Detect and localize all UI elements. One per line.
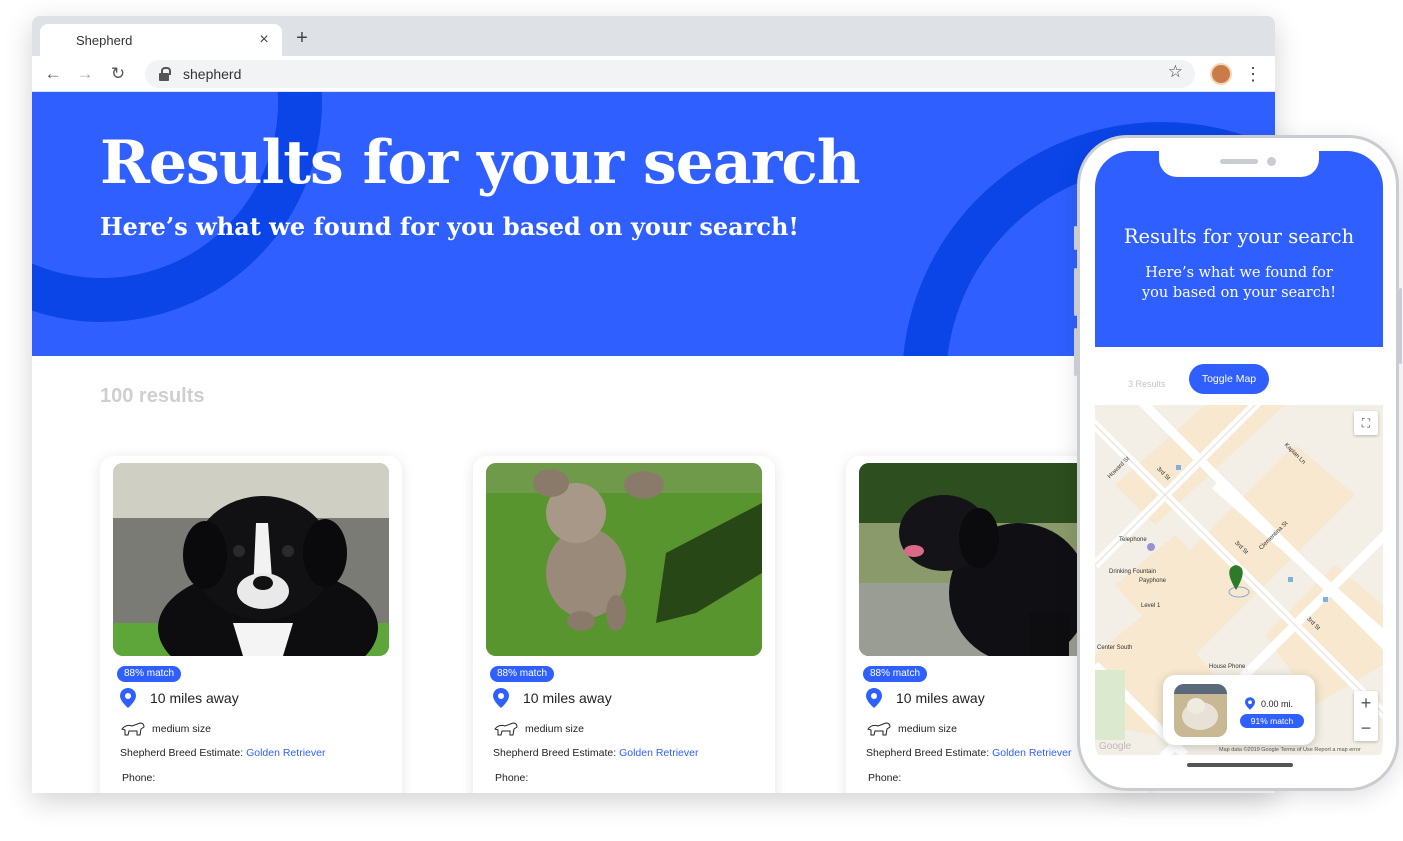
toggle-map-button[interactable]: Toggle Map <box>1189 364 1269 394</box>
location-pin-icon <box>120 688 136 708</box>
bookmark-star-icon[interactable]: ☆ <box>1168 62 1183 82</box>
back-arrow-icon[interactable]: ← <box>42 63 64 85</box>
page-subtitle: Here’s what we found for you based on yo… <box>100 212 799 241</box>
breed-estimate: Shepherd Breed Estimate: Golden Retrieve… <box>120 747 325 759</box>
phone-side-button <box>1074 268 1077 316</box>
map-result-thumbnail <box>1174 684 1227 737</box>
page-title: Results for your search <box>100 128 861 198</box>
size-row: medium size <box>866 720 957 738</box>
distance-row: 10 miles away <box>120 688 239 708</box>
address-bar[interactable]: shepherd ☆ <box>145 60 1195 88</box>
map-match-badge: 91% match <box>1240 714 1304 728</box>
lock-icon <box>159 67 171 81</box>
distance-text: 10 miles away <box>896 690 985 706</box>
breed-link[interactable]: Golden Retriever <box>246 747 325 759</box>
map-label: Payphone <box>1139 578 1167 584</box>
match-badge: 88% match <box>490 666 555 682</box>
size-text: medium size <box>525 723 584 735</box>
tab-shepherd[interactable]: Shepherd × <box>40 24 282 56</box>
results-count: 100 results <box>100 385 205 407</box>
phone-screen: Results for your search Here’s what we f… <box>1095 151 1383 777</box>
dog-photo[interactable] <box>113 463 389 656</box>
url-text: shepherd <box>183 66 242 82</box>
map-attribution[interactable]: Map data ©2019 Google Terms of Use Repor… <box>1219 747 1361 753</box>
fullscreen-icon[interactable]: ⛶ <box>1354 411 1378 435</box>
map-label: Level 1 <box>1141 603 1161 609</box>
tab-title: Shepherd <box>76 32 133 48</box>
zoom-out-icon[interactable]: − <box>1354 716 1378 741</box>
phone-hero: Results for your search Here’s what we f… <box>1095 151 1383 347</box>
menu-kebab-icon[interactable]: ⋮ <box>1244 62 1262 86</box>
breed-link[interactable]: Golden Retriever <box>619 747 698 759</box>
result-card[interactable]: 88% match 10 miles away medium size Shep… <box>473 456 775 793</box>
phone-label: Phone: <box>868 772 902 784</box>
phone-label: Phone: <box>122 772 156 784</box>
phone-page-subtitle: Here’s what we found for you based on yo… <box>1141 265 1337 301</box>
camera <box>1267 157 1276 166</box>
new-tab-icon[interactable]: + <box>292 28 312 48</box>
map-label: Telephone <box>1119 537 1147 543</box>
decorative-ring <box>32 92 322 322</box>
breed-estimate: Shepherd Breed Estimate: Golden Retrieve… <box>493 747 698 759</box>
phone-notch <box>1159 151 1319 177</box>
map-label: Center South <box>1097 645 1133 651</box>
breed-label: Shepherd Breed Estimate: <box>120 747 247 759</box>
google-logo: Google <box>1099 741 1132 752</box>
distance-row: 10 miles away <box>493 688 612 708</box>
phone-side-button <box>1074 328 1077 376</box>
dog-size-icon <box>121 722 145 736</box>
breed-label: Shepherd Breed Estimate: <box>493 747 620 759</box>
home-indicator[interactable] <box>1187 763 1293 767</box>
tab-bar: Shepherd × + <box>32 16 1275 56</box>
dog-photo[interactable] <box>486 463 762 656</box>
map-view[interactable]: Howard St 3rd St Kaplan Ln Clementina St… <box>1095 405 1383 755</box>
zoom-controls: + − <box>1354 691 1378 741</box>
distance-text: 10 miles away <box>150 690 239 706</box>
size-text: medium size <box>152 723 211 735</box>
map-result-distance: 0.00 mi. <box>1261 699 1294 709</box>
reload-icon[interactable]: ↻ <box>107 63 129 85</box>
map-result-card[interactable]: 0.00 mi. 91% match <box>1163 675 1315 745</box>
match-badge: 88% match <box>863 666 928 682</box>
location-pin-icon <box>866 688 882 708</box>
size-text: medium size <box>898 723 957 735</box>
result-card[interactable]: 88% match 10 miles away medium size Shep… <box>100 456 402 793</box>
dog-size-icon <box>494 722 518 736</box>
size-row: medium size <box>493 720 584 738</box>
map-label: House Phone <box>1209 664 1246 670</box>
breed-link[interactable]: Golden Retriever <box>992 747 1071 759</box>
browser-toolbar: ← → ↻ shepherd ☆ ⋮ <box>32 56 1275 92</box>
phone-mockup: Results for your search Here’s what we f… <box>1074 135 1402 791</box>
close-tab-icon[interactable]: × <box>254 30 274 50</box>
distance-text: 10 miles away <box>523 690 612 706</box>
breed-label: Shepherd Breed Estimate: <box>866 747 993 759</box>
breed-estimate: Shepherd Breed Estimate: Golden Retrieve… <box>866 747 1071 759</box>
distance-row: 10 miles away <box>866 688 985 708</box>
location-pin-icon <box>1245 697 1255 710</box>
phone-side-button <box>1074 226 1077 250</box>
location-pin-icon <box>493 688 509 708</box>
phone-page-title: Results for your search <box>1123 225 1355 248</box>
phone-results-count: 3 Results <box>1128 379 1166 389</box>
size-row: medium size <box>120 720 211 738</box>
phone-power-button <box>1399 288 1402 364</box>
profile-avatar[interactable] <box>1210 63 1232 85</box>
zoom-in-icon[interactable]: + <box>1354 691 1378 716</box>
forward-arrow-icon[interactable]: → <box>74 63 96 85</box>
phone-label: Phone: <box>495 772 529 784</box>
speaker <box>1220 159 1258 164</box>
map-label: Drinking Fountain <box>1109 569 1157 575</box>
dog-size-icon <box>867 722 891 736</box>
match-badge: 88% match <box>117 666 182 682</box>
